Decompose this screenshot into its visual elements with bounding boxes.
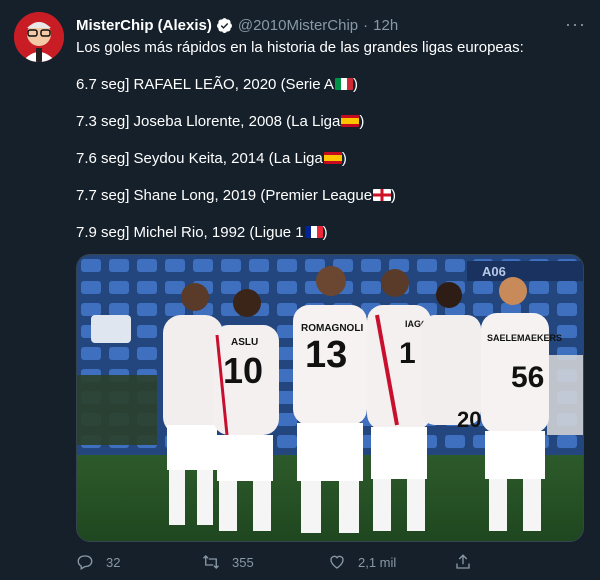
like-count: 2,1 mil bbox=[358, 554, 397, 570]
more-options-icon[interactable]: ··· bbox=[565, 14, 586, 35]
goal-item-text: 6.7 seg] RAFAEL LEÃO, 2020 (Serie A bbox=[76, 76, 334, 93]
jersey-number: 1 bbox=[399, 337, 416, 370]
tweet-line-text: Los goles más rápidos en la historia de … bbox=[76, 39, 524, 56]
retweet-button[interactable]: 355 bbox=[202, 553, 328, 571]
tweet-text: Los goles más rápidos en la historia de … bbox=[76, 38, 586, 242]
tweet-actions: 32 355 2,1 mil bbox=[76, 552, 506, 572]
share-button[interactable] bbox=[454, 553, 484, 571]
jersey-number: 10 bbox=[223, 350, 263, 391]
england-flag-icon bbox=[373, 189, 392, 201]
goal-item-close: ) bbox=[352, 76, 358, 93]
goal-item: 7.6 seg] Seydou Keita, 2014 (La Liga) bbox=[76, 149, 586, 168]
separator-dot: · bbox=[363, 16, 369, 34]
retweet-count: 355 bbox=[232, 554, 254, 570]
reply-count: 32 bbox=[106, 554, 121, 570]
goal-item-text: 7.3 seg] Joseba Llorente, 2008 (La Liga bbox=[76, 113, 341, 130]
team-celebration-photo: A06 10 ASLU 13 ROMAGNOLI 1 IAGO 20 56 SA… bbox=[77, 255, 583, 541]
jersey-number: 56 bbox=[511, 361, 544, 394]
stand-sign: A06 bbox=[482, 264, 506, 279]
verified-badge-icon bbox=[216, 17, 233, 34]
jersey-number: 13 bbox=[305, 334, 347, 376]
goal-item: 7.3 seg] Joseba Llorente, 2008 (La Liga) bbox=[76, 112, 586, 131]
goal-item-close: ) bbox=[359, 113, 365, 130]
tweet-intro-line: Los goles más rápidos en la historia de … bbox=[76, 38, 586, 57]
goal-item-text: 7.6 seg] Seydou Keita, 2014 (La Liga bbox=[76, 150, 323, 167]
jersey-name: ASLU bbox=[231, 337, 258, 348]
jersey-number: 20 bbox=[457, 407, 481, 432]
goal-item: 7.9 seg] Michel Rio, 1992 (Ligue 1) bbox=[76, 223, 586, 242]
france-flag-icon bbox=[304, 226, 323, 238]
author-name[interactable]: MisterChip (Alexis) bbox=[76, 17, 212, 34]
reply-button[interactable]: 32 bbox=[76, 553, 202, 571]
tweet-photo[interactable]: A06 10 ASLU 13 ROMAGNOLI 1 IAGO 20 56 SA… bbox=[76, 254, 584, 542]
jersey-name: SAELEMAEKERS bbox=[487, 333, 562, 343]
tweet-time[interactable]: 12h bbox=[373, 17, 398, 34]
goal-item-text: 7.7 seg] Shane Long, 2019 (Premier Leagu… bbox=[76, 187, 373, 204]
heart-icon bbox=[330, 555, 344, 569]
author-handle[interactable]: @2010MisterChip bbox=[238, 17, 358, 34]
like-button[interactable]: 2,1 mil bbox=[328, 553, 454, 571]
goal-item-text: 7.9 seg] Michel Rio, 1992 (Ligue 1 bbox=[76, 224, 304, 241]
goal-item: 6.7 seg] RAFAEL LEÃO, 2020 (Serie A) bbox=[76, 75, 586, 94]
tweet-header: MisterChip (Alexis) @2010MisterChip · 12… bbox=[76, 14, 586, 36]
spain-flag-icon bbox=[341, 115, 360, 127]
share-icon bbox=[456, 554, 470, 569]
goal-item-close: ) bbox=[322, 224, 328, 241]
spain-flag-icon bbox=[323, 152, 342, 164]
retweet-icon bbox=[203, 555, 219, 569]
goal-item: 7.7 seg] Shane Long, 2019 (Premier Leagu… bbox=[76, 186, 586, 205]
goal-item-close: ) bbox=[341, 150, 347, 167]
italy-flag-icon bbox=[334, 78, 353, 90]
reply-icon bbox=[77, 555, 93, 570]
goal-item-close: ) bbox=[391, 187, 397, 204]
avatar[interactable] bbox=[14, 12, 64, 62]
avatar-image bbox=[14, 12, 64, 62]
jersey-name: ROMAGNOLI bbox=[301, 323, 363, 334]
